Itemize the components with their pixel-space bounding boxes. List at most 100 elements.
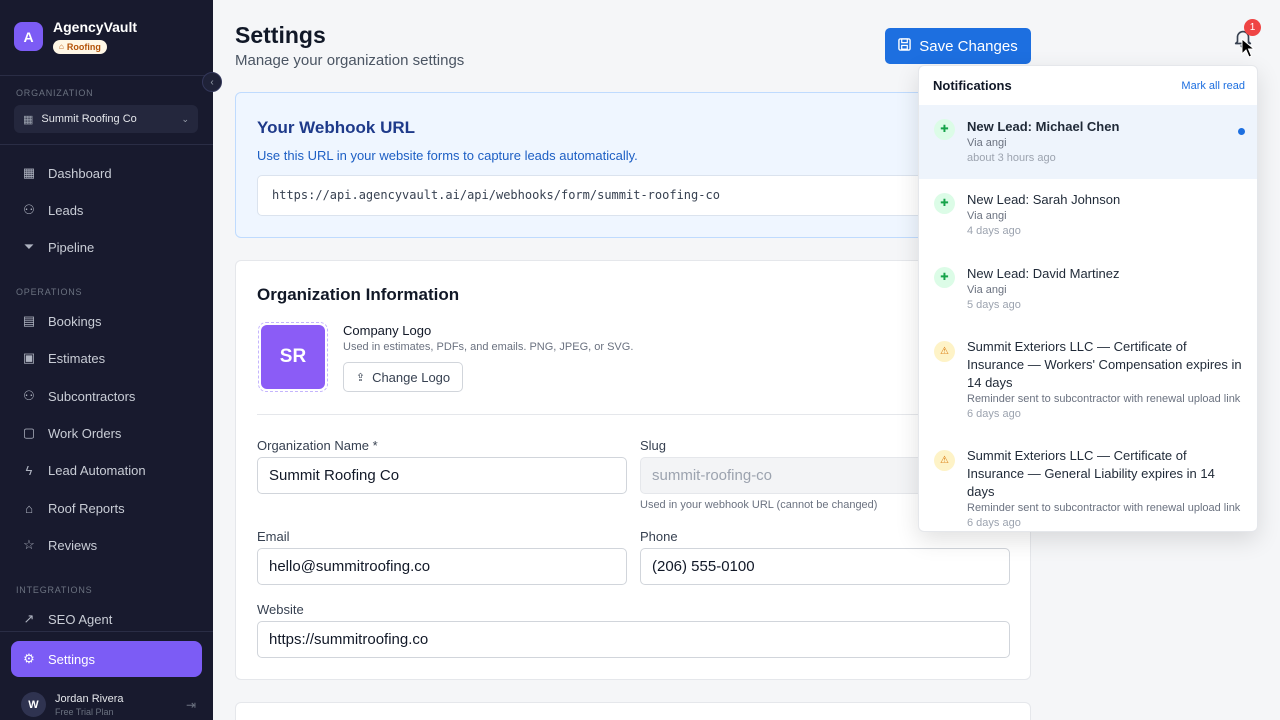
sidebar-item-label: Estimates xyxy=(48,350,106,366)
sidebar-item-leads[interactable]: ⚇ Leads xyxy=(11,193,202,227)
chevron-left-icon: ‹ xyxy=(210,76,214,88)
dashboard-icon: ▦ xyxy=(22,165,36,180)
logout-icon[interactable]: ⇥ xyxy=(186,698,196,712)
upload-icon: ⇪ xyxy=(355,371,366,384)
brand-name: AgencyVault xyxy=(53,19,138,35)
zap-icon: ϟ xyxy=(25,462,33,478)
gear-icon: ⚙ xyxy=(23,651,35,666)
brand[interactable]: A AgencyVault ⌂ Roofing xyxy=(14,18,137,54)
notification-item[interactable]: ✚ New Lead: David Martinez Via angi 5 da… xyxy=(919,253,1257,327)
calculator-icon: ▣ xyxy=(22,350,36,365)
notification-time: 5 days ago xyxy=(967,299,1021,311)
phone-label: Phone xyxy=(640,529,678,544)
save-changes-label: Save Changes xyxy=(919,37,1018,55)
notification-item[interactable]: ⚠ Summit Exteriors LLC — Certificate of … xyxy=(919,327,1257,436)
notification-title: New Lead: Sarah Johnson xyxy=(967,192,1121,207)
sidebar-item-label: Bookings xyxy=(48,313,102,329)
website-label: Website xyxy=(257,602,304,617)
notification-source: Via angi xyxy=(967,137,1007,149)
website-field[interactable] xyxy=(257,621,1010,658)
organization-select-value: Summit Roofing Co xyxy=(41,113,137,125)
notification-title: Summit Exteriors LLC — Certificate of In… xyxy=(967,339,1242,390)
sidebar-item-dashboard[interactable]: ▦ Dashboard xyxy=(11,156,202,190)
section-title: Organization Information xyxy=(257,285,460,304)
user-plus-icon: ✚ xyxy=(934,267,955,288)
sidebar-item-pipeline[interactable]: ⏷ Pipeline xyxy=(11,230,202,264)
calendar-icon: ▤ xyxy=(22,313,36,328)
collapse-sidebar-button[interactable]: ‹ xyxy=(202,72,222,92)
save-changes-button[interactable]: Save Changes xyxy=(885,28,1031,64)
roof-icon: ⌂ xyxy=(59,42,64,51)
slug-label: Slug xyxy=(640,438,667,453)
notifications-header: Notifications Mark all read xyxy=(919,66,1257,105)
divider xyxy=(257,414,1009,415)
notification-time: about 3 hours ago xyxy=(967,152,1056,164)
organization-select[interactable]: ▦ Summit Roofing Co ⌄ xyxy=(14,105,198,133)
sidebar-item-label: SEO Agent xyxy=(48,611,113,627)
avatar: W xyxy=(21,692,46,717)
building-icon: ▦ xyxy=(23,113,34,126)
warning-icon: ⚠ xyxy=(934,450,955,471)
sidebar-item-reviews[interactable]: ☆ Reviews xyxy=(11,528,202,562)
trending-icon: ↗ xyxy=(23,611,35,626)
slug-help-text: Used in your webhook URL (cannot be chan… xyxy=(640,499,878,511)
sidebar-item-label: Roof Reports xyxy=(48,500,125,516)
industry-badge: ⌂ Roofing xyxy=(53,39,107,54)
email-field[interactable] xyxy=(257,548,627,585)
logo-help-text: Used in estimates, PDFs, and emails. PNG… xyxy=(343,341,634,353)
users-icon: ⚇ xyxy=(23,202,35,217)
notification-time: 4 days ago xyxy=(967,225,1021,237)
star-icon: ☆ xyxy=(23,537,35,552)
notification-title: New Lead: David Martinez xyxy=(967,266,1120,281)
sidebar-item-subcontractors[interactable]: ⚇ Subcontractors xyxy=(11,379,202,413)
sidebar-item-label: Work Orders xyxy=(48,425,122,441)
mark-all-read-link[interactable]: Mark all read xyxy=(1181,80,1245,92)
user-plus-icon: ✚ xyxy=(934,193,955,214)
notification-time: 6 days ago xyxy=(967,517,1021,529)
section-label-operations: OPERATIONS xyxy=(16,287,83,297)
section-label-integrations: INTEGRATIONS xyxy=(16,585,93,595)
notification-count-badge: 1 xyxy=(1244,19,1261,36)
notification-detail: Reminder sent to subcontractor with rene… xyxy=(967,393,1241,405)
notification-title: Summit Exteriors LLC — Certificate of In… xyxy=(967,448,1215,499)
change-logo-button[interactable]: ⇪ Change Logo xyxy=(343,362,463,392)
notification-item[interactable]: ⚠ Summit Exteriors LLC — Certificate of … xyxy=(919,436,1257,531)
next-settings-card xyxy=(235,702,1031,720)
users-icon: ⚇ xyxy=(23,388,35,403)
unread-dot xyxy=(1238,128,1245,135)
sidebar-item-estimates[interactable]: ▣ Estimates xyxy=(11,341,202,375)
notifications-title: Notifications xyxy=(933,78,1012,93)
email-label: Email xyxy=(257,529,290,544)
sidebar-item-label: Leads xyxy=(48,202,84,218)
page-subtitle: Manage your organization settings xyxy=(235,52,465,69)
sidebar-item-settings[interactable]: ⚙ Settings xyxy=(11,641,202,677)
divider xyxy=(0,144,213,145)
company-logo: SR xyxy=(258,322,328,392)
webhook-card: Your Webhook URL Use this URL in your we… xyxy=(235,92,1031,238)
sidebar: A AgencyVault ⌂ Roofing ORGANIZATION ▦ S… xyxy=(0,0,213,720)
user-profile[interactable]: W Jordan Rivera Free Trial Plan ⇥ xyxy=(21,692,196,717)
sidebar-item-work-orders[interactable]: ▢ Work Orders xyxy=(11,416,202,450)
organization-name-input[interactable] xyxy=(257,457,627,494)
chevron-down-icon: ⌄ xyxy=(181,113,189,124)
webhook-description: Use this URL in your website forms to ca… xyxy=(257,148,638,163)
notification-detail: Reminder sent to subcontractor with rene… xyxy=(967,502,1241,514)
notification-time: 6 days ago xyxy=(967,408,1021,420)
organization-information-card: Organization Information SR Company Logo… xyxy=(235,260,1031,680)
logo-label: Company Logo xyxy=(343,323,432,338)
sidebar-item-roof-reports[interactable]: ⌂ Roof Reports xyxy=(11,491,202,525)
webhook-url-field[interactable]: https://api.agencyvault.ai/api/webhooks/… xyxy=(257,175,1017,216)
sidebar-item-label: Subcontractors xyxy=(48,388,136,404)
sidebar-item-lead-automation[interactable]: ϟ Lead Automation xyxy=(11,453,202,487)
notification-item[interactable]: ✚ New Lead: Sarah Johnson Via angi 4 day… xyxy=(919,179,1257,253)
user-plan: Free Trial Plan xyxy=(55,706,114,717)
company-logo-initials: SR xyxy=(261,325,325,389)
mouse-cursor-icon xyxy=(1241,37,1256,58)
clipboard-icon: ▢ xyxy=(22,425,36,440)
phone-field[interactable] xyxy=(640,548,1010,585)
sidebar-item-label: Reviews xyxy=(48,537,98,553)
sidebar-item-label: Pipeline xyxy=(48,239,95,255)
sidebar-item-bookings[interactable]: ▤ Bookings xyxy=(11,304,202,338)
notification-item[interactable]: ✚ New Lead: Michael Chen Via angi about … xyxy=(919,105,1257,179)
warning-icon: ⚠ xyxy=(934,341,955,362)
